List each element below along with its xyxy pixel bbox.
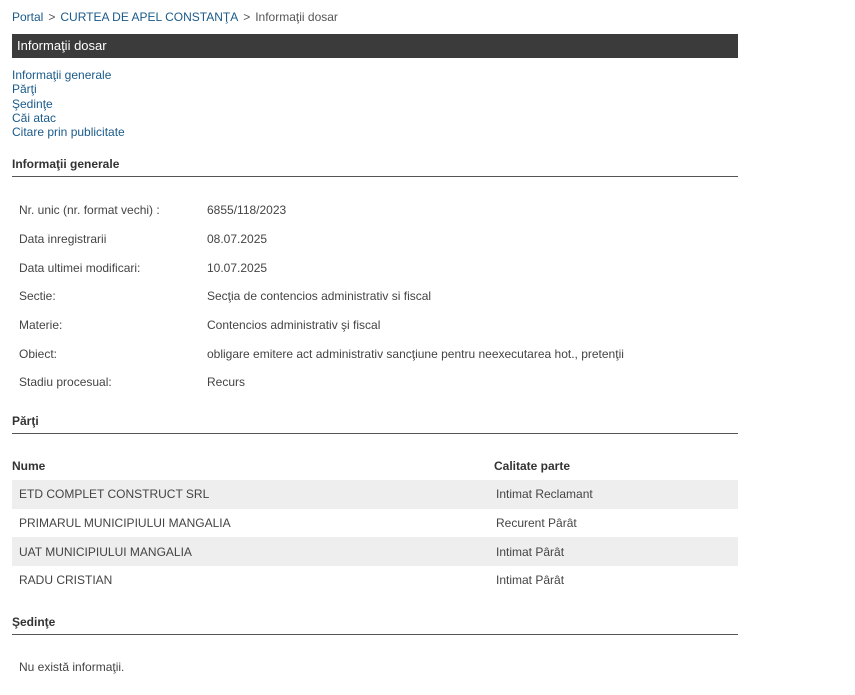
- table-row: ETD COMPLET CONSTRUCT SRL Intimat Reclam…: [12, 480, 738, 509]
- hearings-empty-message: Nu există informaţii.: [19, 660, 125, 674]
- breadcrumb-portal-link[interactable]: Portal: [12, 10, 43, 24]
- info-row: Sectie: Secţia de contencios administrat…: [12, 282, 738, 311]
- info-row: Stadiu procesual: Recurs: [12, 368, 738, 397]
- party-role: Recurent Pârât: [496, 516, 577, 531]
- parties-heading: Părţi: [12, 414, 738, 434]
- table-row: PRIMARUL MUNICIPIULUI MANGALIA Recurent …: [12, 509, 738, 538]
- page-title: Informaţii dosar: [12, 34, 738, 58]
- info-value: Recurs: [207, 375, 246, 390]
- info-value: 08.07.2025: [207, 232, 268, 247]
- party-role: Intimat Pârât: [494, 537, 738, 567]
- info-row: Data ultimei modificari: 10.07.2025: [12, 253, 738, 282]
- breadcrumb-separator: >: [48, 10, 56, 24]
- info-row: Nr. unic (nr. format vechi) : 6855/118/2…: [12, 196, 738, 225]
- info-row: Obiect: obligare emitere act administrat…: [12, 339, 738, 368]
- info-label: Obiect:: [19, 346, 58, 361]
- party-role: Intimat Pârât: [496, 573, 565, 588]
- party-role: Intimat Reclamant: [494, 480, 738, 509]
- party-name: RADU CRISTIAN: [19, 573, 113, 588]
- column-header-role: Calitate parte: [494, 459, 571, 473]
- general-info-heading: Informaţii generale: [12, 157, 738, 177]
- info-value: obligare emitere act administrativ sancţ…: [207, 346, 624, 361]
- anchor-link-public-summons[interactable]: Citare prin publicitate: [12, 125, 125, 139]
- info-value: 6855/118/2023: [207, 203, 287, 218]
- party-name: PRIMARUL MUNICIPIULUI MANGALIA: [19, 516, 231, 531]
- anchor-link-parties[interactable]: Părţi: [12, 82, 125, 96]
- anchor-link-general-info[interactable]: Informaţii generale: [12, 68, 125, 82]
- info-label: Data inregistrarii: [19, 232, 107, 247]
- info-value: Secţia de contencios administrativ si fi…: [207, 289, 432, 304]
- breadcrumb-current: Informaţii dosar: [255, 10, 338, 24]
- anchor-link-hearings[interactable]: Şedinţe: [12, 97, 125, 111]
- info-label: Data ultimei modificari:: [19, 260, 141, 275]
- parties-table: Nume Calitate parte ETD COMPLET CONSTRUC…: [12, 452, 738, 595]
- info-label: Materie:: [19, 318, 63, 333]
- info-label: Sectie:: [19, 289, 56, 304]
- general-info-table: Nr. unic (nr. format vechi) : 6855/118/2…: [12, 196, 738, 397]
- section-anchor-links: Informaţii generale Părţi Şedinţe Căi at…: [12, 68, 125, 139]
- table-row: RADU CRISTIAN Intimat Pârât: [12, 566, 738, 595]
- info-value: 10.07.2025: [207, 260, 268, 275]
- party-name: UAT MUNICIPIULUI MANGALIA: [12, 537, 494, 567]
- hearings-heading: Şedinţe: [12, 615, 738, 635]
- info-label: Nr. unic (nr. format vechi) :: [19, 203, 160, 218]
- info-label: Stadiu procesual:: [19, 375, 112, 390]
- info-row: Materie: Contencios administrativ şi fis…: [12, 311, 738, 340]
- info-row: Data inregistrarii 08.07.2025: [12, 225, 738, 254]
- party-name: ETD COMPLET CONSTRUCT SRL: [12, 480, 494, 509]
- info-value: Contencios administrativ şi fiscal: [207, 318, 381, 333]
- column-header-name: Nume: [12, 459, 46, 473]
- breadcrumb: Portal > CURTEA DE APEL CONSTANŢA > Informaţ…: [12, 10, 338, 24]
- parties-header-row: Nume Calitate parte: [12, 452, 738, 480]
- breadcrumb-court-link[interactable]: CURTEA DE APEL CONSTANŢA: [60, 10, 238, 24]
- anchor-link-appeals[interactable]: Căi atac: [12, 111, 125, 125]
- table-row: UAT MUNICIPIULUI MANGALIA Intimat Pârât: [12, 537, 738, 567]
- breadcrumb-separator: >: [243, 10, 251, 24]
